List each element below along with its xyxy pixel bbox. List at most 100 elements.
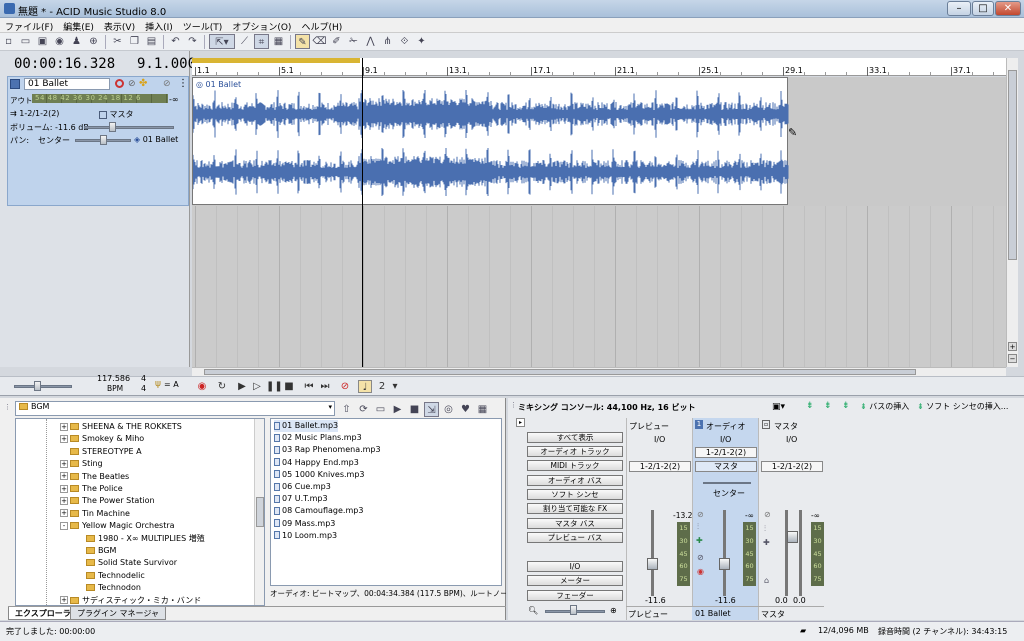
channel-master-fx-icon[interactable]: ✚ <box>763 538 770 547</box>
channel-master-io[interactable]: I/O <box>786 435 797 444</box>
empty-track-area[interactable] <box>192 206 1006 367</box>
expand-icon[interactable]: + <box>60 596 68 605</box>
channel-master-fader-track-right[interactable] <box>799 510 802 596</box>
tree-item[interactable]: Technodon <box>76 582 141 594</box>
metronome-stop-icon[interactable]: ⊘ <box>338 380 352 393</box>
envelope-tool-icon[interactable]: ⟋ <box>237 34 252 49</box>
zoom-in-vertical-icon[interactable]: + <box>1008 342 1017 351</box>
menu-options[interactable]: オプション(O) <box>227 18 296 33</box>
fx-icon[interactable]: ⊘ <box>128 79 136 89</box>
count-in-icon[interactable]: 2 <box>375 380 389 393</box>
menu-edit[interactable]: 編集(E) <box>58 18 99 33</box>
expand-icon[interactable]: + <box>60 459 68 468</box>
insert-bus-button[interactable]: ⇟ バスの挿入 <box>860 401 909 412</box>
track-timeline[interactable]: ◎ 01 Ballet ✎ <box>192 58 1006 367</box>
file-item[interactable]: 06 Cue.mp3 <box>274 481 331 493</box>
track-fx-chain[interactable]: ◈ 01 Ballet <box>134 135 178 144</box>
copy-icon[interactable]: ❐ <box>127 34 142 49</box>
menu-view[interactable]: 表示(V) <box>99 18 140 33</box>
tab-plugin-manager[interactable]: プラグイン マネージャ <box>70 607 166 620</box>
file-item[interactable]: 03 Rap Phenomena.mp3 <box>274 444 381 456</box>
minimize-button[interactable]: – <box>947 1 971 16</box>
expand-icon[interactable]: + <box>60 484 68 493</box>
undo-icon[interactable]: ↶ <box>168 34 183 49</box>
play-button[interactable]: ▷ <box>250 380 264 393</box>
volume-slider-knob[interactable] <box>109 122 116 132</box>
solo-icon[interactable]: ✤ <box>139 78 147 89</box>
menu-file[interactable]: ファイル(F) <box>0 18 58 33</box>
audio-clip[interactable]: ◎ 01 Ballet <box>192 77 789 205</box>
expand-icon[interactable]: + <box>60 509 68 518</box>
pan-slider-knob[interactable] <box>100 135 107 145</box>
tree-item[interactable]: - Yellow Magic Orchestra <box>60 520 175 532</box>
tree-item[interactable]: + サディスティック・ミカ・バンド <box>60 595 201 605</box>
tree-item[interactable]: 1980 - X∞ MULTIPLIES 増殖 <box>76 533 205 545</box>
channel-master-fader[interactable] <box>787 531 798 543</box>
save-icon[interactable]: ▣ <box>35 34 50 49</box>
tree-item[interactable]: + Smokey & Miho <box>60 433 144 445</box>
selection-tool-icon[interactable]: ⇱▾ <box>209 34 235 49</box>
expand-icon[interactable]: + <box>60 472 68 481</box>
transport-menu-icon[interactable]: ▾ <box>388 380 402 393</box>
file-item[interactable]: 08 Camouflage.mp3 <box>274 505 363 517</box>
loop-region-bar[interactable] <box>192 58 360 63</box>
tree-item[interactable]: + The Power Station <box>60 495 155 507</box>
mixer-view-button[interactable]: I/O <box>527 561 623 572</box>
channel-audio-fader-track[interactable] <box>723 510 726 596</box>
vertical-scrollbar[interactable]: + − <box>1006 58 1018 367</box>
master-volume-knob[interactable] <box>34 381 41 391</box>
tree-item[interactable]: Technodelic <box>76 570 145 582</box>
close-button[interactable]: ✕ <box>995 1 1021 16</box>
zoom-out-icon[interactable]: 🔍︎ <box>528 606 538 615</box>
redo-icon[interactable]: ↷ <box>185 34 200 49</box>
horizontal-scroll-thumb[interactable] <box>204 369 916 375</box>
cut-icon[interactable]: ✂ <box>110 34 125 49</box>
expand-icon[interactable]: + <box>60 422 68 431</box>
expand-icon[interactable]: + <box>60 496 68 505</box>
insert-fx-icon[interactable]: ⇟ <box>824 401 832 411</box>
tool-options-icon[interactable]: ✦ <box>414 34 429 49</box>
mixer-view-button[interactable]: メーター <box>527 575 623 586</box>
playhead-cursor[interactable] <box>362 58 363 367</box>
expand-icon[interactable]: + <box>60 434 68 443</box>
tab-explorer[interactable]: エクスプローラ <box>8 607 78 620</box>
menu-help[interactable]: ヘルプ(H) <box>296 18 347 33</box>
insert-softsynth-button[interactable]: ⇟ ソフト シンセの挿入... <box>917 401 1008 412</box>
master-volume-slider[interactable] <box>14 385 72 388</box>
tree-scroll-thumb[interactable] <box>256 497 264 527</box>
channel-master-mono-icon[interactable]: ⌂ <box>764 576 769 585</box>
insert-track-icon[interactable]: ⇟ <box>806 401 814 411</box>
tree-item[interactable]: BGM <box>76 545 116 557</box>
mixer-expand-icon[interactable]: ▸ <box>516 418 525 427</box>
draw-tool-icon[interactable]: ✎ <box>295 34 310 49</box>
beatmapper-icon[interactable]: ⋔ <box>380 34 395 49</box>
file-item[interactable]: 01 Ballet.mp3 <box>274 420 339 432</box>
channel-audio-fx-icon[interactable]: ✚ <box>696 536 703 545</box>
channel-audio-pan-slider[interactable] <box>703 482 751 484</box>
loop-icon[interactable]: ▦ <box>271 34 286 49</box>
metronome-button[interactable]: ♩ <box>358 380 372 393</box>
mixer-view-button[interactable]: オーディオ トラック <box>527 446 623 457</box>
track-bus[interactable]: マスタ <box>99 109 134 120</box>
new-folder-icon[interactable]: ▭ <box>373 402 388 417</box>
file-item[interactable]: 09 Mass.mp3 <box>274 518 335 530</box>
mixer-view-button[interactable]: ソフト シンセ <box>527 489 623 500</box>
channel-preview-fader[interactable] <box>647 558 658 570</box>
menu-insert[interactable]: 挿入(I) <box>140 18 178 33</box>
mute-icon[interactable]: ⊘ <box>163 79 171 89</box>
time-signature-top[interactable]: 4 <box>141 374 146 383</box>
channel-preview-fader-track[interactable] <box>651 510 654 596</box>
favorites-icon[interactable]: ♥ <box>458 402 473 417</box>
collapse-icon[interactable]: - <box>60 521 68 530</box>
tree-item[interactable]: + The Beatles <box>60 471 129 483</box>
mixer-view-icon[interactable]: ▣▾ <box>772 402 785 412</box>
tree-item[interactable]: Solid State Survivor <box>76 557 177 569</box>
auto-preview-icon[interactable]: ⇲ <box>424 402 439 417</box>
channel-master-footer[interactable]: マスタ <box>761 609 785 620</box>
paint-icon[interactable]: ✐ <box>329 34 344 49</box>
channel-master-fader-track-left[interactable] <box>785 510 788 596</box>
chop-icon[interactable]: ⋀ <box>363 34 378 49</box>
zoom-out-vertical-icon[interactable]: − <box>1008 354 1017 363</box>
file-item[interactable]: 07 U.T.mp3 <box>274 493 328 505</box>
menu-tools[interactable]: ツール(T) <box>178 18 228 33</box>
